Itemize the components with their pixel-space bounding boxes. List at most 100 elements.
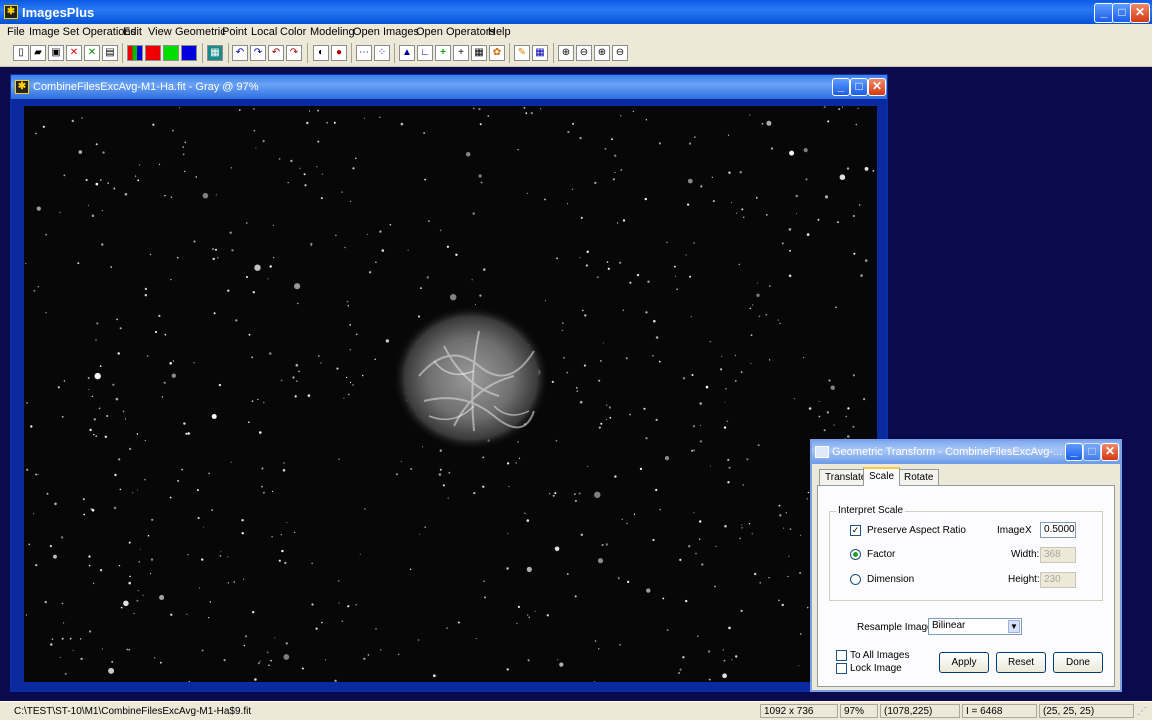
menu-open-images[interactable]: Open Images — [353, 26, 419, 38]
star — [254, 678, 257, 681]
image-maximize-icon[interactable]: □ — [850, 78, 868, 96]
done-button[interactable]: Done — [1053, 652, 1103, 673]
star — [235, 319, 238, 322]
menu-color[interactable]: Color — [280, 26, 306, 38]
star — [653, 319, 656, 323]
star — [336, 367, 339, 370]
tab-scale[interactable]: Scale — [863, 467, 901, 486]
mask-icon[interactable]: ◐ — [313, 45, 329, 61]
preserve-aspect-checkbox[interactable]: ✓ — [850, 525, 861, 536]
menu-help[interactable]: Help — [488, 26, 511, 38]
factor-radio[interactable] — [850, 549, 861, 560]
width-field[interactable]: 368 — [1040, 547, 1076, 563]
redo-icon[interactable]: ↷ — [250, 45, 266, 61]
blue-channel-icon[interactable] — [181, 45, 197, 61]
star — [169, 496, 172, 499]
star — [269, 352, 272, 355]
toolbar-separator — [351, 43, 352, 63]
menu-edit[interactable]: Edit — [123, 26, 142, 38]
star — [606, 261, 609, 263]
print-icon[interactable]: ▤ — [102, 45, 118, 61]
dialog-close-icon[interactable]: ✕ — [1101, 443, 1119, 461]
close-icon[interactable]: ✕ — [1130, 3, 1150, 23]
app-titlebar[interactable]: ✱ ImagesPlus _ □ ✕ — [0, 0, 1152, 24]
menu-file[interactable]: File — [7, 26, 25, 38]
to-all-images-checkbox[interactable] — [836, 650, 847, 661]
star — [690, 316, 692, 318]
zoom-fit-icon[interactable]: ⊕ — [594, 45, 610, 61]
lock-image-checkbox[interactable] — [836, 663, 847, 674]
menu-local[interactable]: Local — [251, 26, 277, 38]
open-icon[interactable]: ▰ — [30, 45, 46, 61]
close-green-icon[interactable]: ✕ — [84, 45, 100, 61]
menu-image-set-operations[interactable]: Image Set Operations — [29, 26, 136, 38]
grid-icon[interactable]: ▦ — [207, 45, 223, 61]
height-field[interactable]: 230 — [1040, 572, 1076, 588]
star — [688, 545, 691, 548]
histogram-icon[interactable]: ▲ — [399, 45, 415, 61]
star — [827, 120, 830, 123]
zoom-out-icon[interactable]: ⊖ — [576, 45, 592, 61]
table-icon[interactable]: ▦ — [532, 45, 548, 61]
red-channel-icon[interactable] — [145, 45, 161, 61]
star — [579, 257, 581, 259]
apply-button[interactable]: Apply — [939, 652, 989, 673]
close-red-icon[interactable]: ✕ — [66, 45, 82, 61]
star — [85, 178, 88, 182]
tab-rotate[interactable]: Rotate — [898, 469, 940, 485]
resample-select[interactable]: Bilinear ▼ — [928, 618, 1022, 635]
menu-geometric[interactable]: Geometric — [175, 26, 226, 38]
crosshair-icon[interactable]: + — [435, 45, 451, 61]
redo-all-icon[interactable]: ↷ — [286, 45, 302, 61]
undo-all-icon[interactable]: ↶ — [268, 45, 284, 61]
calculator-icon[interactable]: ▦ — [471, 45, 487, 61]
mask-fill-icon[interactable]: ● — [331, 45, 347, 61]
curve-icon[interactable]: ∟ — [417, 45, 433, 61]
zoom-actual-icon[interactable]: ⊖ — [612, 45, 628, 61]
scatter-icon[interactable]: ⁘ — [374, 45, 390, 61]
image-close-icon[interactable]: ✕ — [868, 78, 886, 96]
dots-icon[interactable]: ⋯ — [356, 45, 372, 61]
menu-modeling[interactable]: Modeling — [310, 26, 355, 38]
image-window-titlebar[interactable]: ✱ CombineFilesExcAvg-M1-Ha.fit - Gray @ … — [11, 75, 887, 99]
new-icon[interactable]: ▯ — [13, 45, 29, 61]
zoom-in-icon[interactable]: ⊕ — [558, 45, 574, 61]
menu-view[interactable]: View — [148, 26, 172, 38]
star — [349, 348, 352, 351]
star — [738, 263, 740, 265]
palette-icon[interactable]: ✿ — [489, 45, 505, 61]
star — [693, 449, 696, 452]
image-window[interactable]: ✱ CombineFilesExcAvg-M1-Ha.fit - Gray @ … — [10, 74, 888, 692]
pencil-icon[interactable]: ✎ — [514, 45, 530, 61]
resize-grip-icon[interactable]: ⋰ — [1137, 706, 1149, 718]
undo-icon[interactable]: ↶ — [232, 45, 248, 61]
star — [241, 532, 244, 535]
minimize-icon[interactable]: _ — [1094, 3, 1114, 23]
star — [526, 566, 532, 572]
crosshair-thin-icon[interactable]: + — [453, 45, 469, 61]
image-minimize-icon[interactable]: _ — [832, 78, 850, 96]
dialog-maximize-icon[interactable]: □ — [1083, 443, 1101, 461]
maximize-icon[interactable]: □ — [1112, 3, 1132, 23]
chevron-down-icon[interactable]: ▼ — [1008, 620, 1020, 633]
star — [765, 214, 768, 216]
astro-image-canvas[interactable] — [24, 106, 877, 682]
menu-open-operators[interactable]: Open Operators — [416, 26, 495, 38]
reset-button[interactable]: Reset — [996, 652, 1046, 673]
save-icon[interactable]: ▣ — [48, 45, 64, 61]
star — [806, 233, 810, 236]
star — [526, 519, 530, 522]
rgb-channels-icon[interactable] — [127, 45, 143, 61]
menu-point[interactable]: Point — [222, 26, 247, 38]
star — [61, 602, 64, 605]
star — [818, 401, 820, 402]
dialog-titlebar[interactable]: Geometric Transform - CombineFilesExcAvg… — [812, 441, 1120, 464]
geometric-transform-dialog[interactable]: Geometric Transform - CombineFilesExcAvg… — [810, 439, 1122, 692]
dialog-minimize-icon[interactable]: _ — [1065, 443, 1083, 461]
star — [699, 402, 702, 405]
dimension-radio[interactable] — [850, 574, 861, 585]
star — [152, 123, 155, 126]
green-channel-icon[interactable] — [163, 45, 179, 61]
scale-x-input[interactable]: 0.5000 — [1040, 522, 1076, 538]
star — [439, 449, 442, 452]
